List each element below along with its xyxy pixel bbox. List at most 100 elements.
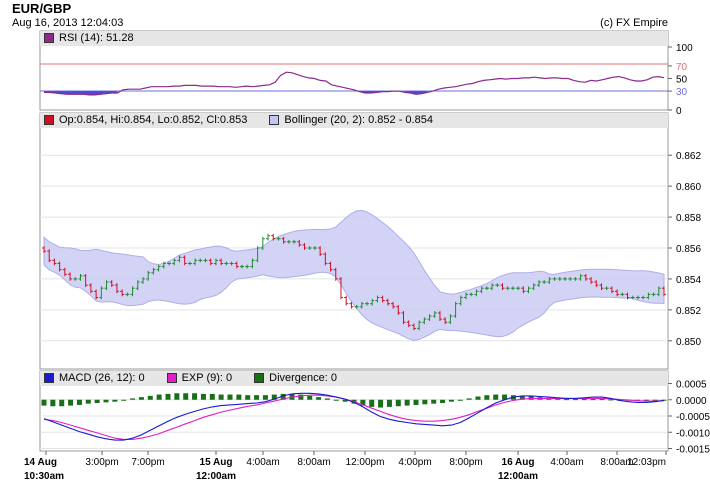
x-tick-label: 4:00am — [246, 457, 279, 468]
divergence-bar — [404, 399, 410, 406]
divergence-bar — [466, 398, 472, 400]
x-tick-label: 12:03pm — [627, 457, 666, 468]
divergence-bar — [200, 393, 206, 400]
ohlc-swatch — [44, 115, 54, 125]
divergence-bar — [112, 399, 118, 402]
divergence-bar — [94, 399, 100, 403]
x-tick-label: 4:00am — [550, 457, 583, 468]
price-tick-label: 0.862 — [676, 151, 701, 162]
divergence-bar — [245, 395, 251, 400]
divergence-bar — [369, 399, 375, 407]
rsi-tick-label: 0 — [676, 106, 682, 117]
divergence-bar — [564, 399, 570, 401]
exp-legend-label: EXP (9): 0 — [181, 372, 233, 384]
forex-chart: 100 70 5030 0 0.862 0.860 0.858 0.856 0.854 0.85… — [24, 30, 710, 482]
price-tick-label: 0.856 — [676, 244, 701, 255]
divergence-bar — [448, 399, 454, 402]
divergence-bar — [457, 399, 463, 401]
price-tick-label: 0.852 — [676, 306, 701, 317]
divergence-bar — [192, 393, 198, 400]
divergence-bar — [599, 399, 605, 401]
divergence-bar — [431, 399, 437, 404]
chart-timestamp: Aug 16, 2013 12:04:03 — [12, 17, 124, 29]
x-tick-sublabel: 12:00am — [498, 471, 538, 482]
divergence-bar — [440, 399, 446, 403]
divergence-bar — [138, 397, 144, 400]
divergence-bar — [413, 399, 419, 405]
divergence-bar — [103, 399, 109, 403]
divergence-bar — [484, 395, 490, 400]
x-tick-label: 4:00pm — [398, 457, 431, 468]
x-tick-sublabel: 12:00am — [196, 471, 236, 482]
price-tick-label: 0.860 — [676, 182, 701, 193]
divergence-bar — [333, 399, 339, 401]
macd-tick-label: -0.0005 — [676, 412, 710, 423]
macd-legend-label: MACD (26, 12): 0 — [59, 372, 145, 384]
rsi-tick-label: 50 — [676, 75, 688, 86]
divergence-bar — [227, 394, 233, 400]
macd-tick-label: -0.0015 — [676, 445, 710, 456]
divergence-bar — [324, 398, 330, 400]
divergence-swatch — [254, 373, 265, 383]
divergence-bar — [608, 399, 614, 401]
divergence-bar — [174, 393, 180, 400]
divergence-bar — [68, 399, 74, 406]
divergence-bar — [493, 394, 499, 400]
divergence-bar — [395, 399, 401, 407]
divergence-bar — [130, 398, 136, 400]
divergence-bar — [209, 393, 215, 400]
divergence-bar — [85, 399, 91, 404]
chart-title: EUR/GBP — [12, 1, 72, 16]
divergence-bar — [422, 399, 428, 405]
x-tick-label: 8:00am — [297, 457, 330, 468]
divergence-bar — [572, 399, 578, 401]
divergence-legend-label: Divergence: 0 — [269, 372, 338, 384]
rsi-legend-bar — [40, 31, 668, 46]
copyright-label: (c) FX Empire — [600, 17, 668, 29]
x-axis: 14 Aug 10:30am 3:00pm 7:00pm 15 Aug 12:00am 4:… — [24, 451, 667, 482]
x-tick-label: 14 Aug — [24, 457, 57, 468]
macd-legend: MACD (26, 12): 0 EXP (9): 0 Divergence: … — [44, 372, 337, 384]
divergence-bar — [121, 399, 127, 401]
divergence-bar — [581, 399, 587, 401]
macd-axis: 0.0005 0.0000 -0.0005 -0.0010 -0.0015 — [668, 380, 710, 456]
rsi-tick-label: 100 — [676, 43, 693, 54]
divergence-bar — [59, 399, 65, 407]
divergence-bar — [76, 399, 82, 405]
divergence-bar — [262, 395, 268, 400]
divergence-bar — [386, 399, 392, 407]
rsi-swatch — [44, 33, 54, 43]
rsi-legend: RSI (14): 51.28 — [44, 32, 134, 44]
divergence-bar — [316, 397, 322, 400]
macd-tick-label: -0.0010 — [676, 428, 710, 439]
bollinger-legend-label: Bollinger (20, 2): 0.852 - 0.854 — [284, 114, 433, 126]
rsi-legend-label: RSI (14): 51.28 — [59, 32, 134, 44]
divergence-bar — [41, 399, 47, 406]
divergence-bar — [156, 394, 162, 400]
x-tick-sublabel: 10:30am — [24, 471, 64, 482]
divergence-bar — [590, 399, 596, 401]
x-tick-label: 15 Aug — [200, 457, 233, 468]
price-legend: Op:0.854, Hi:0.854, Lo:0.852, Cl:0.853 B… — [44, 114, 433, 126]
divergence-bar — [254, 395, 260, 400]
price-tick-label: 0.858 — [676, 213, 701, 224]
macd-tick-label: 0.0000 — [676, 396, 707, 407]
rsi-tick-label: 30 — [676, 87, 688, 98]
divergence-bar — [218, 394, 224, 400]
exp-swatch — [166, 373, 177, 383]
price-tick-label: 0.850 — [676, 337, 701, 348]
bollinger-swatch — [269, 115, 280, 125]
x-tick-label: 3:00pm — [85, 457, 118, 468]
divergence-bar — [236, 394, 242, 400]
divergence-bar — [183, 393, 189, 400]
divergence-bar — [378, 399, 384, 408]
ohlc-legend-label: Op:0.854, Hi:0.854, Lo:0.852, Cl:0.853 — [59, 114, 248, 126]
divergence-bar — [475, 396, 481, 400]
rsi-axis: 100 70 5030 0 — [668, 43, 693, 117]
divergence-bar — [165, 393, 171, 400]
x-tick-label: 16 Aug — [502, 457, 535, 468]
x-tick-label: 7:00pm — [131, 457, 164, 468]
x-tick-label: 12:00pm — [346, 457, 385, 468]
macd-swatch — [44, 373, 54, 383]
divergence-bar — [50, 399, 56, 407]
